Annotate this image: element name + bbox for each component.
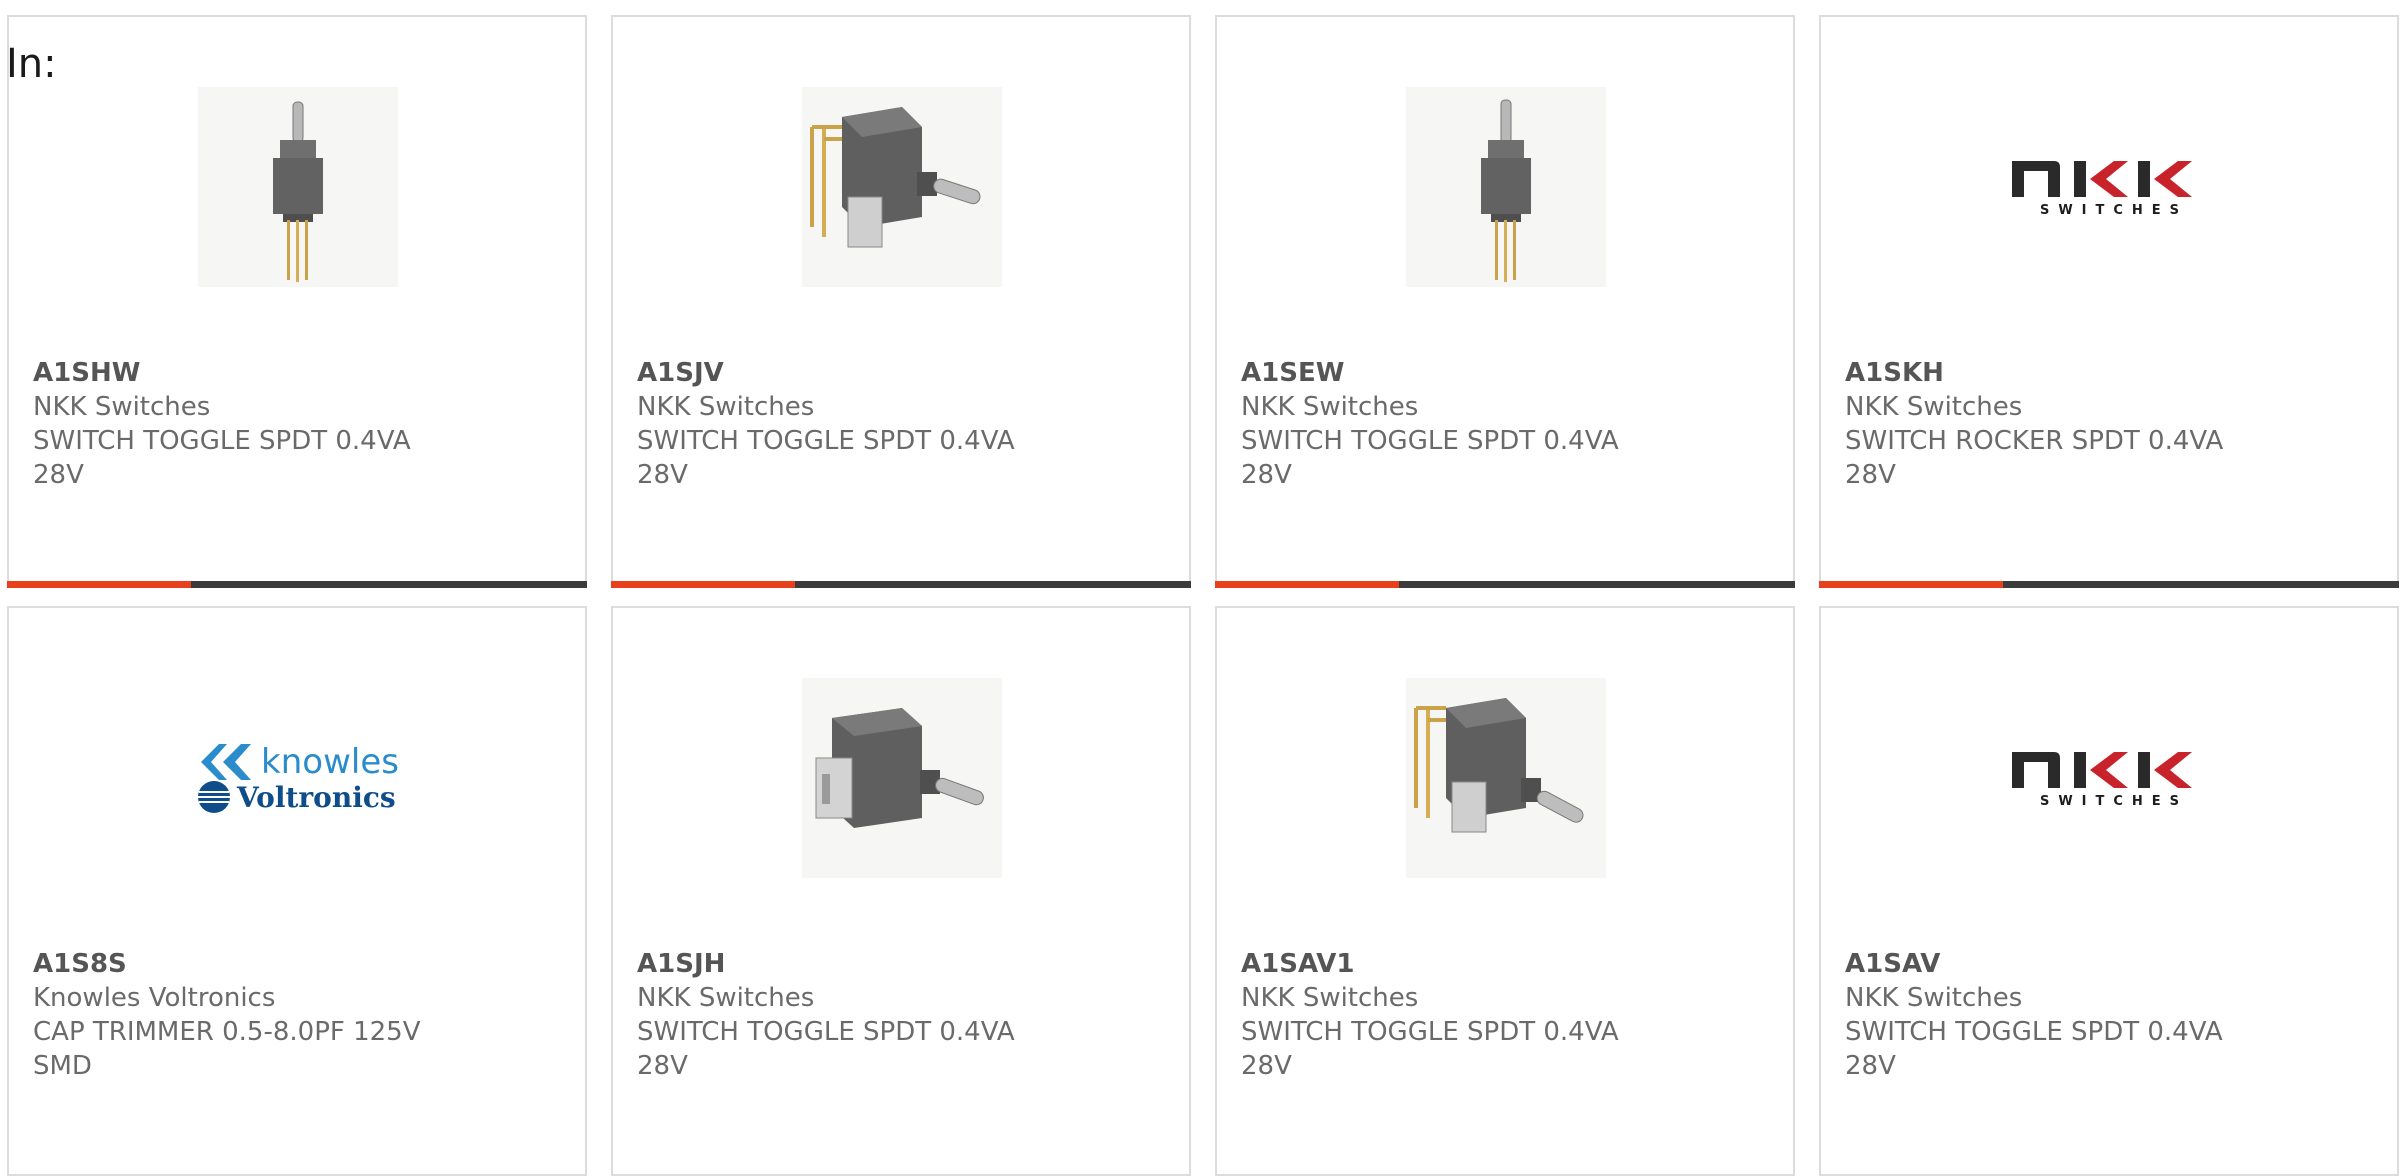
nkk-logo-mark (2012, 160, 2192, 197)
knowles-chevron-icon (201, 744, 252, 780)
nkk-logo: SWITCHES (2010, 157, 2210, 218)
description-line2: 28V (33, 460, 84, 490)
manufacturer: NKK Switches (1845, 983, 2023, 1013)
product-card[interactable]: A1SHW NKK Switches SWITCH TOGGLE SPDT 0.… (7, 15, 587, 588)
manufacturer: NKK Switches (1845, 392, 2023, 422)
part-number[interactable]: A1SKH (1845, 356, 2223, 390)
product-card[interactable]: A1SJV NKK Switches SWITCH TOGGLE SPDT 0.… (611, 15, 1191, 588)
product-image[interactable]: knowles Voltronics (197, 678, 399, 878)
manufacturer: NKK Switches (637, 983, 815, 1013)
manufacturer: NKK Switches (1241, 983, 1419, 1013)
product-info: A1SEW NKK Switches SWITCH TOGGLE SPDT 0.… (1241, 356, 1619, 492)
nkk-logo: SWITCHES (2010, 748, 2210, 809)
part-number[interactable]: A1SHW (33, 356, 411, 390)
product-card[interactable]: A1SEW NKK Switches SWITCH TOGGLE SPDT 0.… (1215, 15, 1795, 588)
description-line2: 28V (1241, 1051, 1292, 1081)
card-accent-bar (1819, 581, 2399, 588)
nkk-logo-subtitle: SWITCHES (2039, 202, 2189, 218)
toggle-switch-icon (273, 101, 323, 282)
description: SWITCH TOGGLE SPDT 0.4VA (33, 426, 411, 456)
part-number[interactable]: A1S8S (33, 947, 421, 981)
description: SWITCH TOGGLE SPDT 0.4VA (637, 1017, 1015, 1047)
product-info: A1SJH NKK Switches SWITCH TOGGLE SPDT 0.… (637, 947, 1015, 1083)
product-info: A1SAV1 NKK Switches SWITCH TOGGLE SPDT 0… (1241, 947, 1619, 1083)
part-number[interactable]: A1SAV (1845, 947, 2223, 981)
part-number[interactable]: A1SEW (1241, 356, 1619, 390)
card-accent-bar (7, 581, 587, 588)
description-line2: SMD (33, 1051, 92, 1081)
description: SWITCH TOGGLE SPDT 0.4VA (1241, 426, 1619, 456)
product-info: A1SJV NKK Switches SWITCH TOGGLE SPDT 0.… (637, 356, 1015, 492)
toggle-switch-icon (815, 708, 984, 828)
part-number[interactable]: A1SJH (637, 947, 1015, 981)
knowles-voltronics-logo: knowles Voltronics (197, 742, 399, 814)
card-accent-bar (1215, 581, 1795, 588)
product-image[interactable] (198, 87, 398, 287)
product-image[interactable]: SWITCHES (2010, 678, 2210, 878)
nkk-logo-mark (2012, 751, 2192, 788)
product-grid: A1SHW NKK Switches SWITCH TOGGLE SPDT 0.… (0, 0, 2400, 1176)
description-line2: 28V (1845, 460, 1896, 490)
voltronics-wordmark: Voltronics (237, 780, 396, 814)
product-image[interactable]: SWITCHES (2010, 87, 2210, 287)
globe-icon (198, 781, 231, 813)
description: SWITCH TOGGLE SPDT 0.4VA (1241, 1017, 1619, 1047)
card-accent-bar (611, 581, 1191, 588)
manufacturer: NKK Switches (33, 392, 211, 422)
manufacturer: NKK Switches (637, 392, 815, 422)
product-info: A1SAV NKK Switches SWITCH TOGGLE SPDT 0.… (1845, 947, 2223, 1083)
filter-in-label: In: (6, 41, 57, 87)
product-image[interactable] (802, 87, 1002, 287)
toggle-switch-icon (1481, 99, 1531, 282)
toggle-switch-icon (1414, 698, 1584, 833)
product-info: A1SHW NKK Switches SWITCH TOGGLE SPDT 0.… (33, 356, 411, 492)
product-image[interactable] (802, 678, 1002, 878)
manufacturer: Knowles Voltronics (33, 983, 276, 1013)
knowles-wordmark: knowles (261, 742, 399, 782)
part-number[interactable]: A1SAV1 (1241, 947, 1619, 981)
description: SWITCH ROCKER SPDT 0.4VA (1845, 426, 2224, 456)
toggle-switch-icon (810, 107, 981, 248)
product-card[interactable]: SWITCHES A1SAV NKK Switches SWITCH TOGGL… (1819, 606, 2399, 1176)
product-card[interactable]: SWITCHES A1SKH NKK Switches SWITCH ROCKE… (1819, 15, 2399, 588)
description-line2: 28V (637, 460, 688, 490)
product-card[interactable]: knowles Voltronics A1S8S Knowles Voltron… (7, 606, 587, 1176)
description: SWITCH TOGGLE SPDT 0.4VA (637, 426, 1015, 456)
nkk-logo-subtitle: SWITCHES (2039, 793, 2189, 809)
description-line2: 28V (1241, 460, 1292, 490)
description: SWITCH TOGGLE SPDT 0.4VA (1845, 1017, 2223, 1047)
description-line2: 28V (637, 1051, 688, 1081)
product-image[interactable] (1406, 87, 1606, 287)
product-info: A1SKH NKK Switches SWITCH ROCKER SPDT 0.… (1845, 356, 2223, 492)
product-image[interactable] (1406, 678, 1606, 878)
description: CAP TRIMMER 0.5-8.0PF 125V (33, 1017, 421, 1047)
manufacturer: NKK Switches (1241, 392, 1419, 422)
product-card[interactable]: A1SAV1 NKK Switches SWITCH TOGGLE SPDT 0… (1215, 606, 1795, 1176)
part-number[interactable]: A1SJV (637, 356, 1015, 390)
product-info: A1S8S Knowles Voltronics CAP TRIMMER 0.5… (33, 947, 421, 1083)
description-line2: 28V (1845, 1051, 1896, 1081)
product-card[interactable]: A1SJH NKK Switches SWITCH TOGGLE SPDT 0.… (611, 606, 1191, 1176)
